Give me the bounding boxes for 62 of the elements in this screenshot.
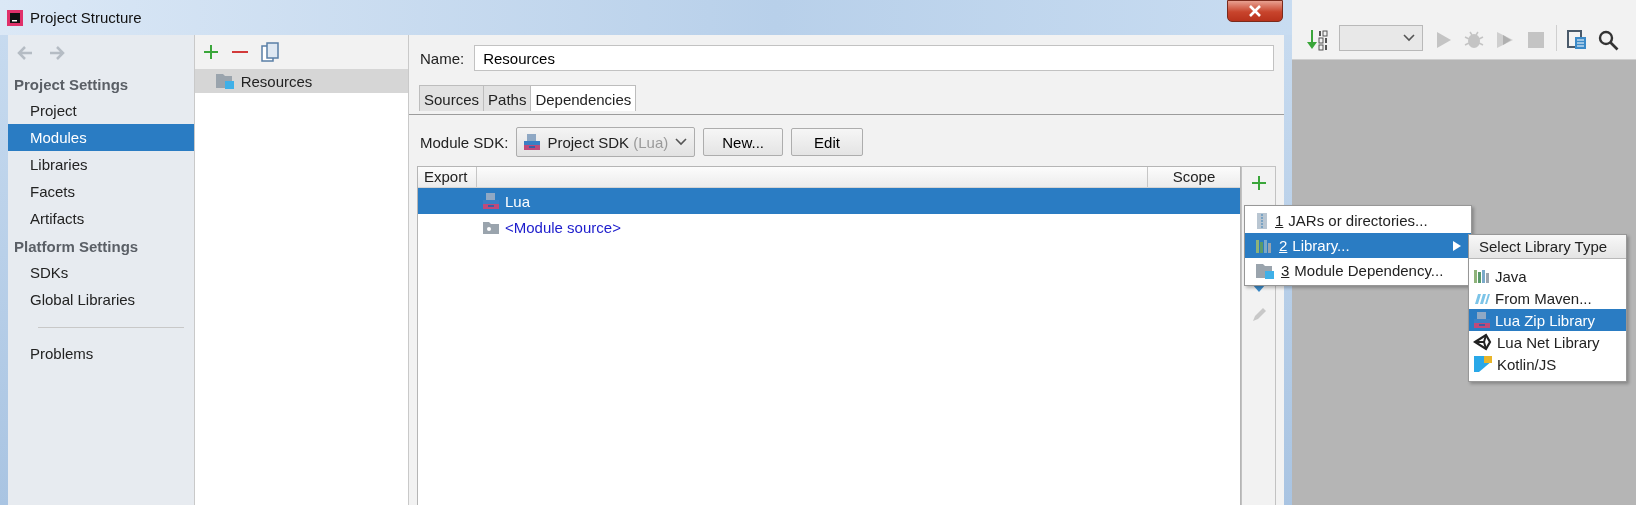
stop-icon[interactable] [1525,29,1547,51]
module-item[interactable]: Resources [194,69,408,93]
sdk-button[interactable]: Edit [790,128,863,156]
menu-item[interactable]: Lua Zip Library [1469,309,1626,331]
menu-item[interactable]: Java [1469,265,1626,287]
menu-item[interactable]: Lua Net Library [1469,331,1626,353]
forward-arrow-icon[interactable] [48,45,66,61]
sdk-icon [523,133,542,151]
structure-icon[interactable] [1566,29,1588,51]
name-field[interactable]: Resources [474,45,1274,71]
section-heading: Project Settings [13,75,130,95]
sdk-button[interactable]: New... [703,128,783,156]
menu-item[interactable]: 3 Module Dependency... [1245,258,1471,283]
submenu-arrow-icon [1453,241,1461,251]
unity-icon [1473,333,1493,351]
tab[interactable]: Paths [483,85,532,111]
library-icon [1473,268,1491,284]
sidebar-item[interactable]: SDKs [8,259,194,286]
library-icon [1255,237,1273,254]
run-config-dropdown[interactable] [1339,25,1423,51]
sidebar-item[interactable]: Project [8,97,194,124]
copy-icon[interactable] [260,42,279,62]
caret-icon [1402,33,1416,43]
folder-icon [482,219,500,235]
back-arrow-icon[interactable] [16,45,34,61]
dependency-row[interactable]: Lua [418,188,1240,214]
sidebar-item[interactable]: Problems [8,340,194,367]
sdk-label: Module SDK: [420,133,509,151]
menu-item[interactable]: 2 Library... [1245,233,1471,258]
menu-title: Select Library Type [1469,235,1626,259]
close-icon [1248,5,1262,17]
sidebar-item[interactable]: Facets [8,178,194,205]
sdk-icon [482,192,500,210]
sdk-icon [1473,311,1491,329]
name-label: Name: [420,49,465,67]
app-icon [6,8,24,27]
section-heading: Platform Settings [13,237,140,257]
sidebar-item[interactable]: Libraries [8,151,194,178]
sidebar-item[interactable]: Artifacts [8,205,194,232]
sidebar-item[interactable]: Global Libraries [8,286,194,313]
menu-item[interactable]: From Maven... [1469,287,1626,309]
module-icon [1255,261,1275,280]
caret-icon [674,137,689,147]
binary-download-icon[interactable] [1306,29,1330,51]
bug-icon[interactable] [1463,29,1485,51]
search-icon[interactable] [1597,29,1619,51]
tab[interactable]: Dependencies [530,85,637,111]
close-button[interactable] [1227,0,1283,22]
edit-icon[interactable] [1250,307,1267,323]
column-header: Export [418,167,477,187]
menu-item[interactable]: Kotlin/JS [1469,353,1626,375]
sdk-dropdown[interactable]: Project SDK (Lua) [516,127,696,157]
dependency-row[interactable]: <Module source> [418,214,1240,240]
sidebar-item[interactable]: Modules [8,124,194,151]
tab[interactable]: Sources [419,85,485,111]
column-header: Scope [1147,167,1240,187]
add-icon[interactable] [1250,175,1267,191]
module-icon [214,72,235,90]
jar-icon [1255,211,1269,230]
menu-item[interactable]: 1 JARs or directories... [1245,208,1471,233]
add-icon[interactable] [202,44,219,60]
window-title: Project Structure [30,9,142,26]
